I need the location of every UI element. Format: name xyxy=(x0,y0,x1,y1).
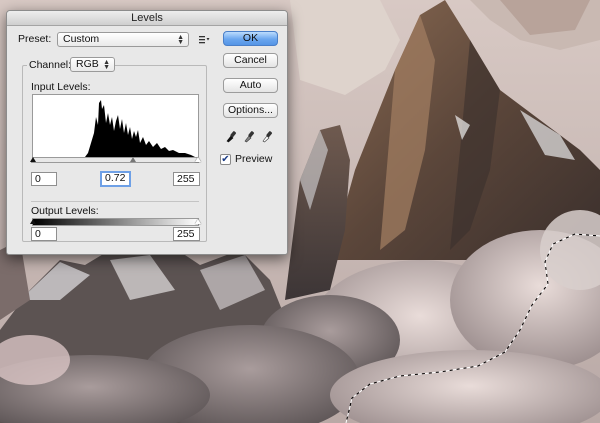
output-black-slider-handle[interactable] xyxy=(30,219,36,224)
gamma-slider-handle[interactable] xyxy=(130,157,136,162)
histogram-graph xyxy=(85,100,195,157)
black-eyedropper-icon[interactable] xyxy=(225,129,237,143)
output-levels-slider[interactable] xyxy=(30,217,201,225)
levels-divider xyxy=(31,201,199,202)
gray-eyedropper-icon[interactable] xyxy=(243,129,255,143)
ok-button[interactable]: OK xyxy=(223,31,278,46)
input-white-field[interactable]: 255 xyxy=(173,172,200,186)
preset-menu-icon[interactable] xyxy=(198,34,210,46)
white-point-slider-handle[interactable] xyxy=(195,157,201,162)
options-button[interactable]: Options... xyxy=(223,103,278,118)
output-white-field[interactable]: 255 xyxy=(173,227,200,241)
channel-value: RGB xyxy=(76,58,99,70)
auto-button[interactable]: Auto xyxy=(223,78,278,93)
chevron-down-icon: ▼ xyxy=(103,64,110,71)
channel-label: Channel: xyxy=(27,59,74,71)
output-levels-label: Output Levels: xyxy=(31,205,99,217)
channel-select[interactable]: RGB ▲ ▼ xyxy=(70,57,115,72)
input-black-field[interactable]: 0 xyxy=(31,172,57,186)
preview-label: Preview xyxy=(235,153,273,165)
dialog-title: Levels xyxy=(7,11,287,26)
input-levels-slider[interactable] xyxy=(30,157,201,165)
checkmark-icon: ✔ xyxy=(221,154,230,165)
preset-select[interactable]: Custom ▲ ▼ xyxy=(57,32,189,47)
preview-checkbox[interactable]: ✔ xyxy=(220,154,231,165)
chevron-down-icon: ▼ xyxy=(177,39,184,46)
input-levels-label: Input Levels: xyxy=(31,81,91,93)
cancel-button[interactable]: Cancel xyxy=(223,53,278,68)
white-eyedropper-icon[interactable] xyxy=(261,129,273,143)
preset-value: Custom xyxy=(63,33,100,45)
input-gamma-field[interactable]: 0.72 xyxy=(100,171,131,187)
output-white-slider-handle[interactable] xyxy=(195,219,201,224)
preset-label: Preset: xyxy=(18,33,52,45)
output-black-field[interactable]: 0 xyxy=(31,227,57,241)
levels-dialog: Levels Preset: Custom ▲ ▼ Channel: RGB ▲… xyxy=(6,10,288,255)
black-point-slider-handle[interactable] xyxy=(30,157,36,162)
histogram xyxy=(32,94,199,158)
